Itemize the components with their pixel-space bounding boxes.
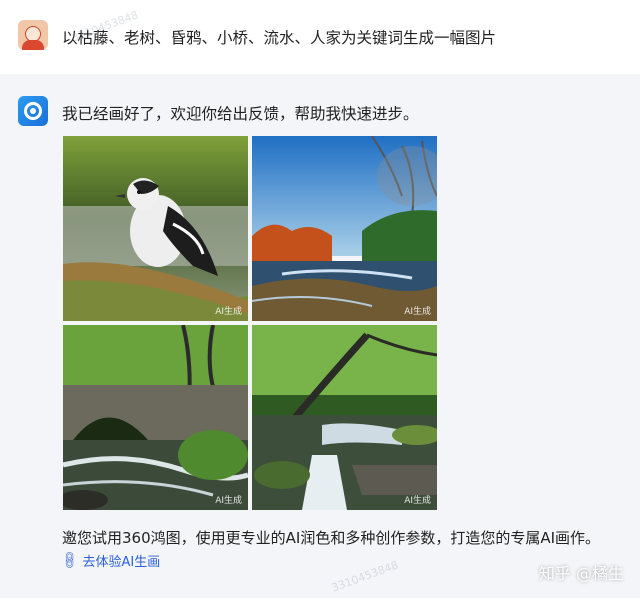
generated-image-4[interactable]: AI生成 [252,325,437,510]
bot-reply-text: 我已经画好了，欢迎你给出反馈，帮助我快速进步。 [62,105,419,123]
try-ai-drawing-link-label: 去体验AI生画 [82,555,161,570]
promo-text: 邀您试用360鸿图，使用更专业的AI润色和多种创作参数，打造您的专属AI画作。 [62,529,601,547]
generated-image-1[interactable]: AI生成 [63,136,248,321]
generated-image-3[interactable]: AI生成 [63,325,248,510]
user-message-text: 以枯藤、老树、昏鸦、小桥、流水、人家为关键词生成一幅图片 [62,29,497,47]
user-avatar [18,20,48,50]
user-message-row: 以枯藤、老树、昏鸦、小桥、流水、人家为关键词生成一幅图片 [0,0,640,74]
zhihu-watermark: 知乎 @橘生 [538,564,624,583]
image-grid: AI生成 AI生成 AI生成 AI生成 [63,136,437,510]
generated-image-2[interactable]: AI生成 [252,136,437,321]
try-ai-drawing-link[interactable]: 🔗︎ 去体验AI生画 [59,549,161,572]
ai-generated-label: AI生成 [215,496,242,506]
ai-generated-label: AI生成 [404,307,431,317]
link-icon: 🔗︎ [59,549,82,572]
faint-watermark: 3310453848 [329,558,401,595]
bot-avatar [18,96,48,126]
ai-generated-label: AI生成 [404,496,431,506]
ai-generated-label: AI生成 [215,307,242,317]
